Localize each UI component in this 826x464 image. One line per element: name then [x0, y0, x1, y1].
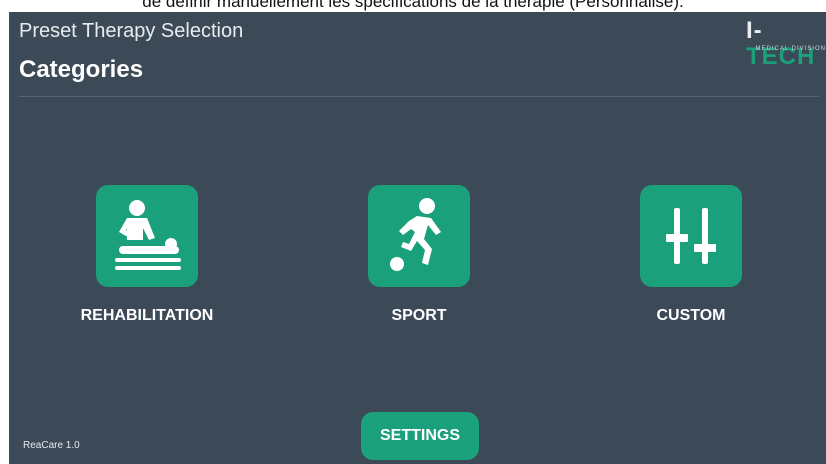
page-title: Preset Therapy Selection: [19, 20, 244, 42]
app-screen: Preset Therapy Selection Categories I-TE…: [9, 12, 826, 464]
custom-tile[interactable]: [640, 185, 742, 287]
section-heading: Categories: [19, 56, 144, 83]
category-sport[interactable]: SPORT: [319, 185, 519, 325]
brand-logo: I-TECH MEDICAL DIVISION: [746, 18, 826, 70]
brand-logo-tagline: MEDICAL DIVISION: [755, 46, 826, 52]
version-label: ReaCare 1.0: [23, 440, 80, 451]
settings-button[interactable]: SETTINGS: [361, 412, 479, 460]
rehabilitation-tile[interactable]: [96, 185, 198, 287]
sliders-icon: [666, 208, 716, 264]
category-rehabilitation[interactable]: REHABILITATION: [47, 185, 247, 325]
massage-therapy-icon: [115, 200, 181, 270]
sport-tile[interactable]: [368, 185, 470, 287]
soccer-player-icon: [390, 198, 441, 271]
sport-label: SPORT: [391, 307, 447, 324]
rehabilitation-label: REHABILITATION: [80, 307, 214, 324]
category-custom[interactable]: CUSTOM: [591, 185, 791, 325]
header-divider: [19, 96, 819, 97]
custom-label: CUSTOM: [656, 307, 726, 324]
brand-logo-mark: I-TECH: [746, 17, 816, 70]
